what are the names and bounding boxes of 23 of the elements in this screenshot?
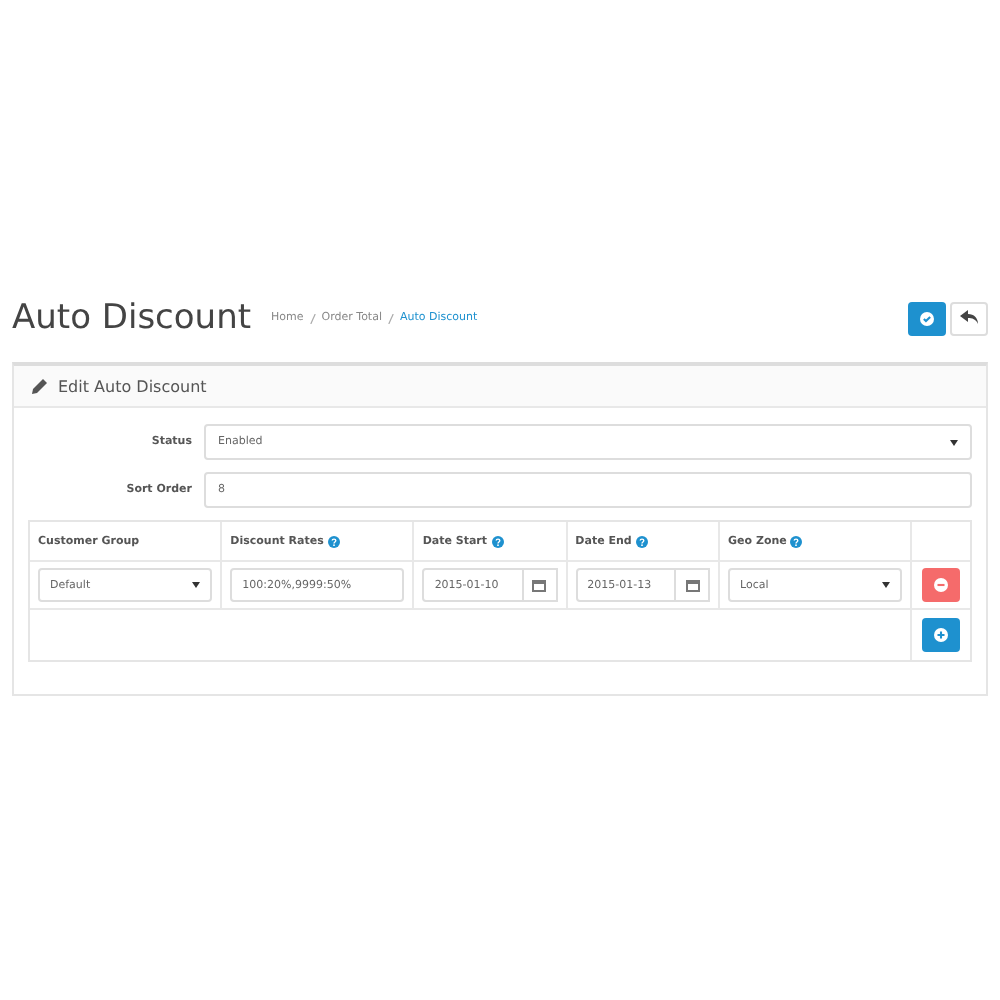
plus-circle-icon bbox=[934, 628, 948, 642]
caret-icon bbox=[192, 582, 201, 588]
help-icon[interactable] bbox=[790, 535, 803, 547]
calendar-button[interactable] bbox=[676, 568, 711, 602]
caret-icon bbox=[950, 439, 958, 445]
page-title: Auto Discount bbox=[12, 298, 252, 338]
help-icon[interactable] bbox=[491, 535, 504, 547]
add-button[interactable] bbox=[922, 618, 960, 652]
breadcrumb-separator-icon bbox=[388, 313, 394, 323]
help-icon[interactable] bbox=[635, 535, 648, 547]
calendar-icon bbox=[685, 578, 700, 592]
pencil-icon bbox=[32, 378, 48, 394]
panel-title: Edit Auto Discount bbox=[58, 377, 207, 395]
reply-arrow-icon bbox=[960, 310, 978, 326]
caret-icon bbox=[882, 582, 891, 588]
calendar-icon bbox=[532, 578, 547, 592]
calendar-button[interactable] bbox=[523, 568, 558, 602]
help-icon[interactable] bbox=[327, 535, 340, 547]
check-circle-icon bbox=[920, 311, 934, 325]
back-button[interactable] bbox=[950, 301, 988, 335]
breadcrumb-separator-icon bbox=[309, 313, 316, 323]
minus-circle-icon bbox=[934, 578, 949, 592]
remove-button[interactable] bbox=[922, 568, 961, 602]
